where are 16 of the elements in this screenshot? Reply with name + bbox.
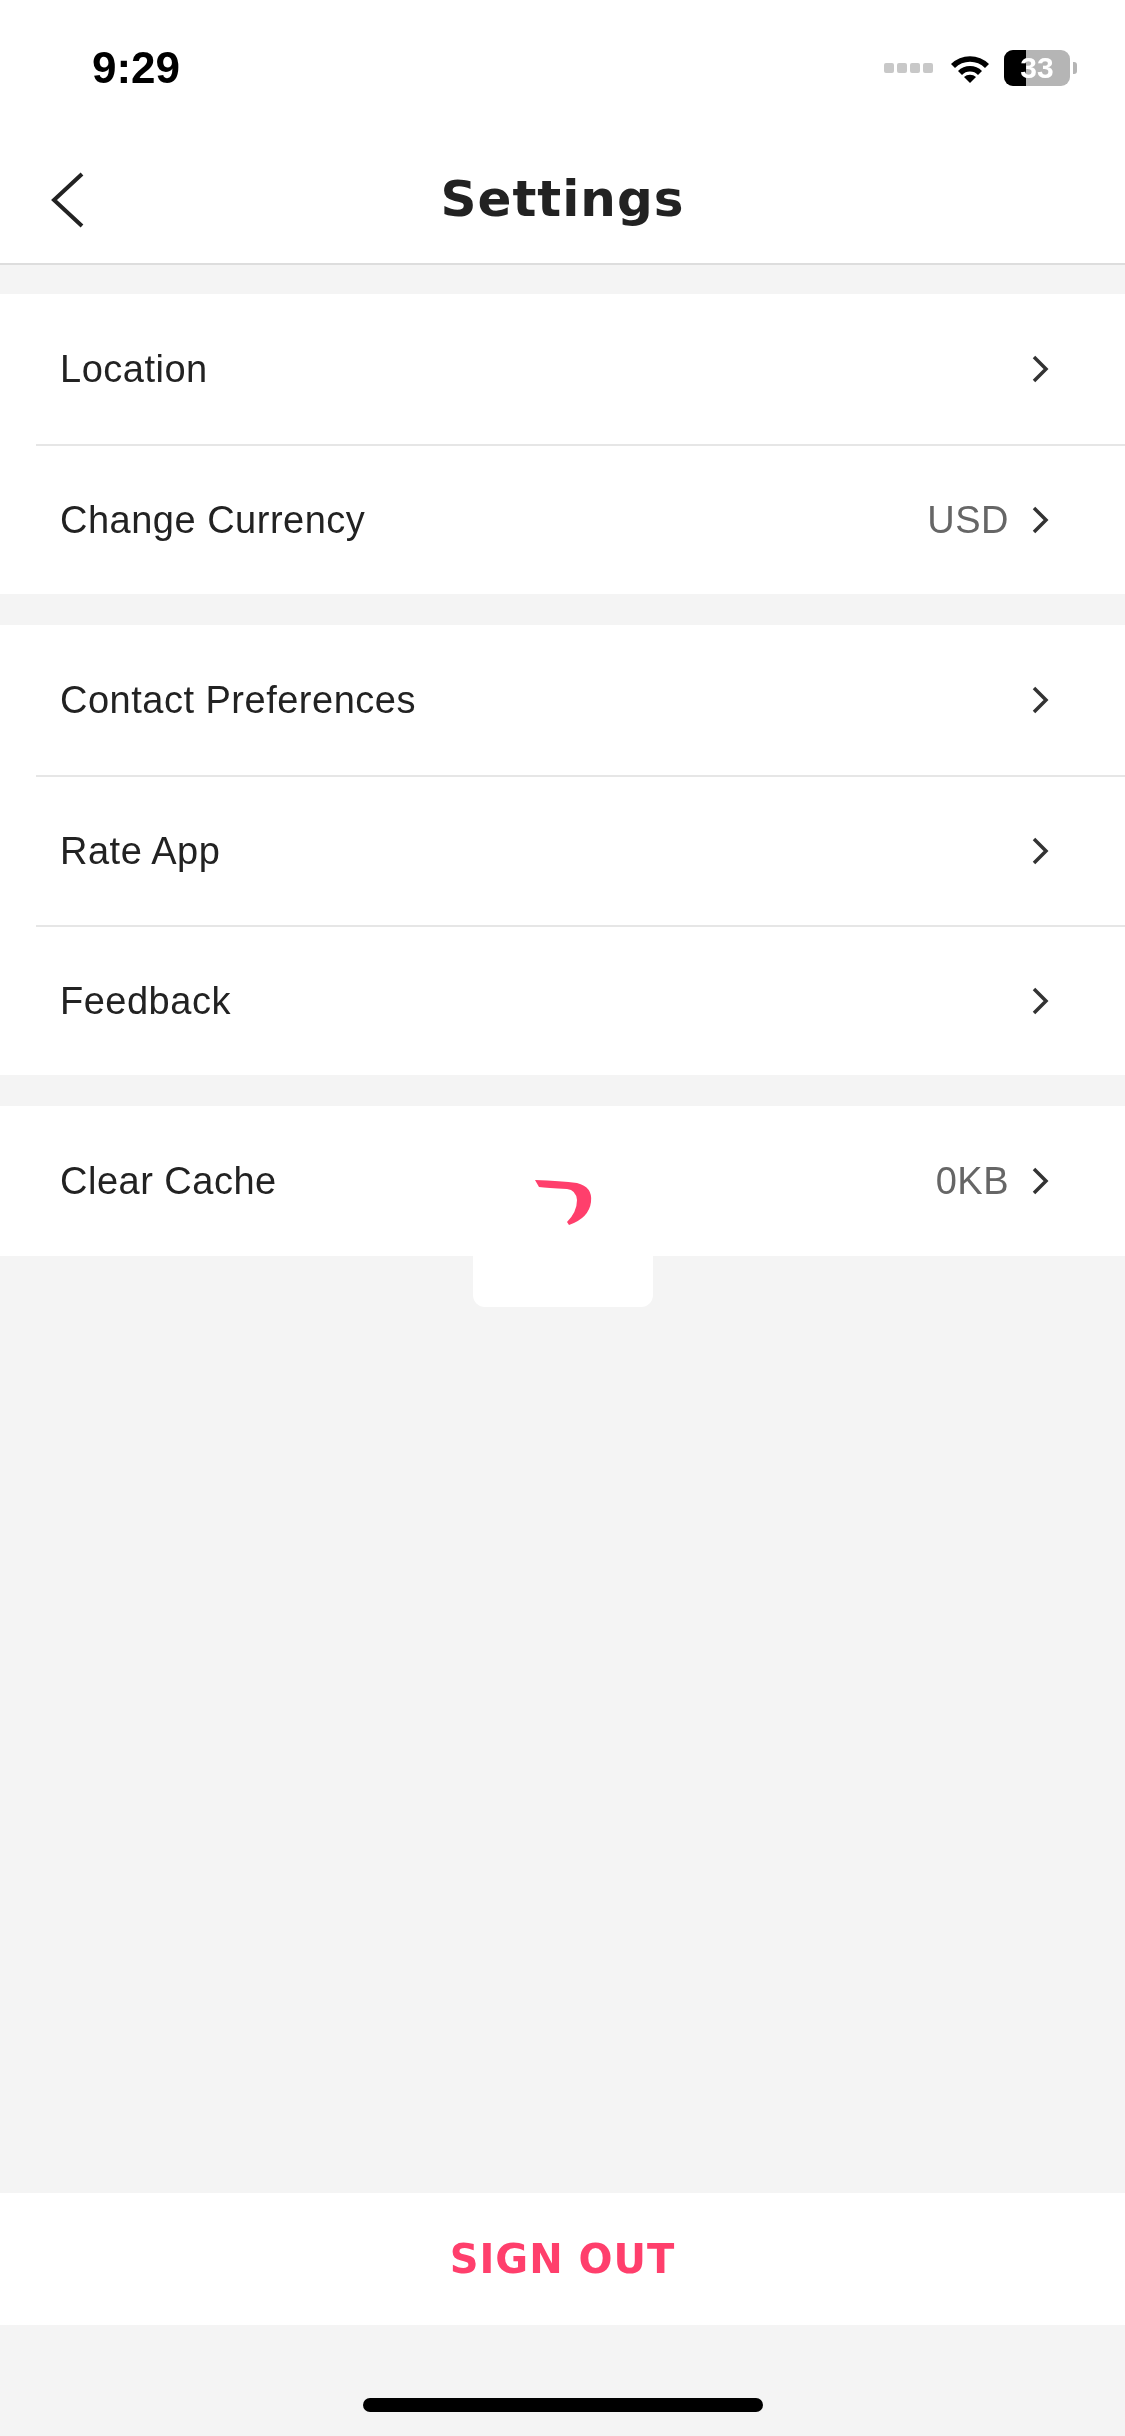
settings-row[interactable]: Location bbox=[36, 294, 1125, 444]
settings-row[interactable]: Feedback bbox=[36, 925, 1125, 1075]
chevron-icon bbox=[1031, 1166, 1049, 1196]
settings-row[interactable]: Contact Preferences bbox=[36, 625, 1125, 775]
chevron-icon bbox=[1031, 685, 1049, 715]
settings-row[interactable]: Rate App bbox=[36, 775, 1125, 925]
settings-row[interactable]: Clear Cache 0KB bbox=[36, 1106, 1125, 1256]
spinner-icon bbox=[533, 1180, 593, 1226]
chevron-icon bbox=[1031, 354, 1049, 384]
chevron-icon bbox=[1031, 986, 1049, 1016]
chevron-icon bbox=[1031, 505, 1049, 535]
signal-icon bbox=[884, 60, 936, 75]
settings-row[interactable]: Change Currency USD bbox=[36, 444, 1125, 594]
chevron-icon bbox=[1031, 836, 1049, 866]
status-time: 9:29 bbox=[92, 42, 181, 93]
page-title: Settings bbox=[440, 170, 685, 228]
